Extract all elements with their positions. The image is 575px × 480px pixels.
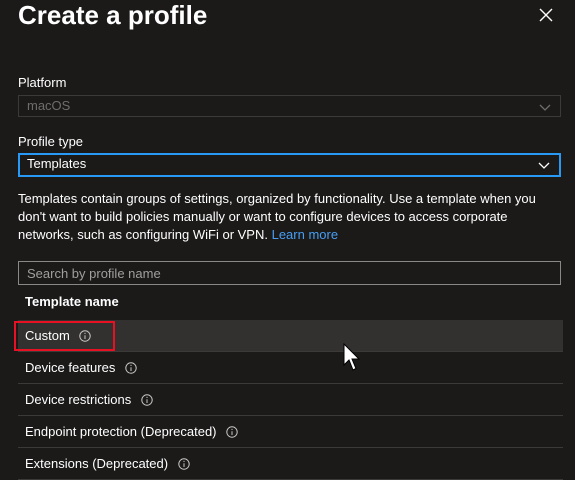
table-row[interactable]: Custom — [18, 320, 563, 352]
search-input[interactable] — [18, 261, 561, 285]
profile-type-select[interactable]: Templates — [18, 153, 561, 177]
info-icon[interactable] — [79, 330, 92, 342]
close-icon[interactable] — [536, 5, 556, 25]
row-label: Extensions (Deprecated) — [25, 456, 169, 471]
learn-more-link[interactable]: Learn more — [272, 227, 338, 242]
mouse-cursor-icon — [343, 343, 361, 371]
table-row[interactable]: Endpoint protection (Deprecated) — [18, 416, 563, 448]
row-label: Device features — [25, 360, 116, 375]
chevron-down-icon — [539, 104, 551, 111]
template-description: Templates contain groups of settings, or… — [18, 190, 563, 244]
table-row[interactable]: Device restrictions — [18, 384, 563, 416]
column-header-template-name[interactable]: Template name — [25, 294, 119, 309]
table-row[interactable]: Device features — [18, 352, 563, 384]
platform-select: macOS — [18, 95, 561, 117]
chevron-down-icon — [538, 162, 550, 169]
row-label: Device restrictions — [25, 392, 132, 407]
row-label: Endpoint protection (Deprecated) — [25, 424, 217, 439]
platform-value: macOS — [27, 98, 71, 113]
info-icon[interactable] — [141, 394, 153, 406]
profile-type-value: Templates — [27, 156, 87, 171]
info-icon[interactable] — [125, 362, 137, 374]
info-icon[interactable] — [226, 426, 238, 438]
platform-label: Platform — [18, 75, 67, 90]
row-label: Custom — [25, 328, 70, 343]
page-title: Create a profile — [18, 0, 208, 30]
table-row[interactable]: Extensions (Deprecated) — [18, 448, 563, 480]
template-list: Custom Device features Device restrictio… — [18, 320, 563, 480]
profile-type-label: Profile type — [18, 134, 84, 149]
